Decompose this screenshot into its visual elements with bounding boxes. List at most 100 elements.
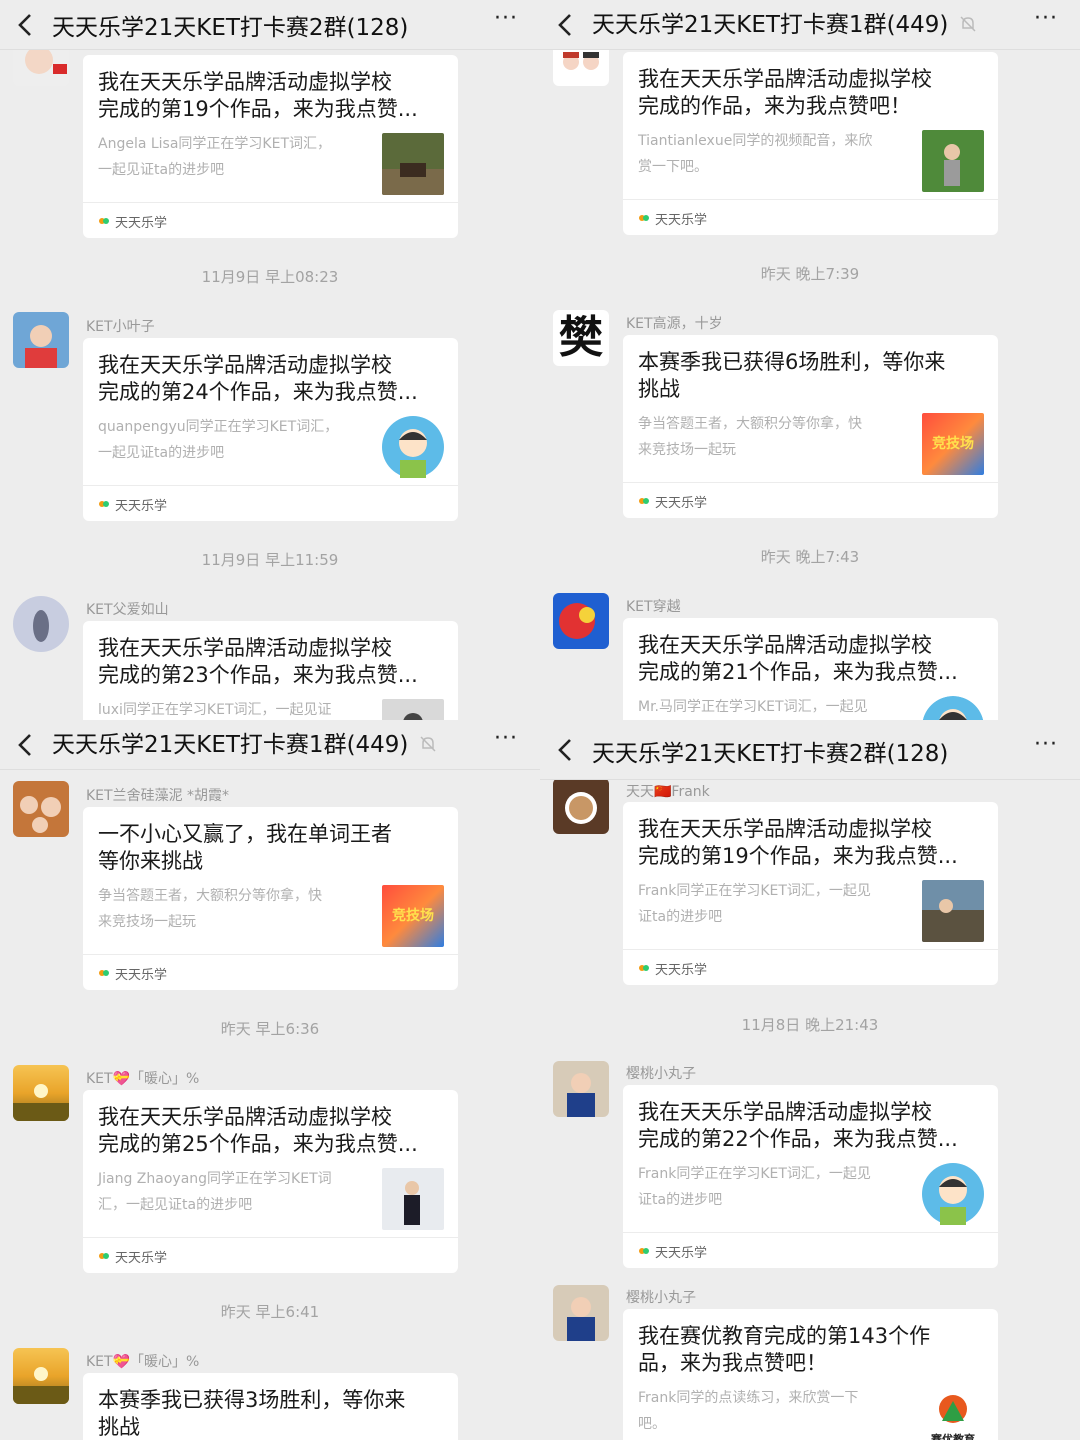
avatar[interactable]: [553, 778, 609, 834]
timestamp: 昨天 早上6:41: [220, 1303, 320, 1321]
field-photo-icon: [382, 133, 444, 195]
app-logo-icon: [639, 1248, 649, 1254]
back-arrow-icon[interactable]: [554, 11, 578, 39]
app-name: 天天乐学: [115, 499, 168, 514]
child-avatar-icon: [922, 696, 984, 720]
chat-panel-top-right: 天天乐学21天KET打卡赛1群(449) ··· 我在天天乐学品牌活动虚拟学校完…: [540, 0, 1080, 720]
message-card[interactable]: 我在天天乐学品牌活动虚拟学校 完成的第21个作品，来为我点赞... Mr.马同学正…: [623, 618, 998, 720]
chat-header: 天天乐学21天KET打卡赛1群(449) ···: [0, 720, 540, 770]
sunset-photo-icon: [13, 1348, 69, 1404]
avatar[interactable]: [13, 1348, 69, 1404]
card-description: quanpengyu同学正在学习KET词汇， 一起见证ta的进步吧: [98, 419, 339, 461]
card-title: 我在天天乐学品牌活动虚拟学校 完成的第22个作品，来为我点赞...: [638, 1100, 958, 1151]
arena-badge-label: 竞技场: [392, 908, 434, 924]
avatar[interactable]: [13, 596, 69, 652]
timestamp: 11月9日 早上11:59: [201, 551, 339, 569]
sender-name: KET💝「暖心」%: [86, 1071, 200, 1087]
card-title: 我在天天乐学品牌活动虚拟学校 完成的第23个作品，来为我点赞...: [98, 636, 418, 687]
timestamp: 11月9日 早上08:23: [201, 268, 339, 286]
card-description: Jiang Zhaoyang同学正在学习KET词 汇，一起见证ta的进步吧: [98, 1171, 332, 1213]
message-card[interactable]: 我在天天乐学品牌活动虚拟学校 完成的第23个作品，来为我点赞... luxi同学正…: [83, 621, 458, 720]
photo-thumbnail-icon: [382, 699, 444, 720]
mute-bell-icon: [960, 16, 976, 32]
card-title: 一不小心又赢了，我在单词王者 等你来挑战: [98, 822, 392, 873]
card-footer: 天天乐学: [83, 1237, 458, 1273]
avatar[interactable]: [553, 1061, 609, 1117]
app-logo-icon: [99, 1253, 109, 1259]
app-logo-icon: [639, 965, 649, 971]
avatar[interactable]: [553, 593, 609, 649]
snow-photo-icon: [382, 1168, 444, 1230]
chat-panel-top-left: 天天乐学21天KET打卡赛2群(128) ··· 我在天天乐学品牌活动虚拟学校完…: [0, 0, 540, 720]
app-logo-icon: [639, 498, 649, 504]
avatar-character: 樊: [559, 312, 603, 363]
more-options-button[interactable]: ···: [494, 726, 518, 751]
card-description: Frank同学的点读练习，来欣赏一下 吧。: [638, 1390, 859, 1432]
card-description: luxi同学正在学习KET词汇，一起见证: [98, 702, 332, 718]
chat-panel-bottom-right: 天天乐学21天KET打卡赛2群(128) ··· 天天🇨🇳Frank 我在天天乐…: [540, 720, 1080, 1440]
back-arrow-icon[interactable]: [554, 736, 578, 764]
card-title: 我在天天乐学品牌活动虚拟学校 完成的第24个作品，来为我点赞...: [98, 353, 418, 404]
card-description: Tiantianlexue同学的视频配音，来欣 赏一下吧。: [638, 133, 873, 175]
message-card[interactable]: 本赛季我已获得6场胜利，等你来 挑战 争当答题王者，大额积分等你拿，快 来竞技场一起…: [623, 335, 998, 518]
message-card[interactable]: 我在天天乐学品牌活动虚拟学校 完成的第19个作品，来为我点赞... Frank同学…: [623, 802, 998, 985]
card-description: 争当答题王者，大额积分等你拿，快 来竞技场一起玩: [638, 416, 862, 458]
card-footer: 天天乐学: [83, 954, 458, 990]
app-name: 天天乐学: [655, 213, 708, 228]
card-title: 我在天天乐学品牌活动虚拟学校 完成的第19个作品，来为我点赞...: [98, 70, 418, 121]
message-card[interactable]: 我在天天乐学品牌活动虚拟学校 完成的作品，来为我点赞吧！ Tiantianlexu…: [623, 52, 998, 235]
chat-title: 天天乐学21天KET打卡赛1群(449): [592, 5, 978, 39]
child-avatar-icon: [382, 416, 444, 478]
avatar[interactable]: [13, 781, 69, 837]
back-arrow-icon[interactable]: [14, 11, 38, 39]
sender-photo-icon: [13, 781, 69, 837]
message-card[interactable]: 本赛季我已获得3场胜利，等你来 挑战: [83, 1373, 458, 1440]
card-title: 本赛季我已获得3场胜利，等你来 挑战: [98, 1388, 406, 1439]
saiyou-logo-label: 赛优教育: [931, 1433, 975, 1440]
message-card[interactable]: 一不小心又赢了，我在单词王者 等你来挑战 争当答题王者，大额积分等你拿，快 来竞技场…: [83, 807, 458, 990]
sender-name: KET小叶子: [86, 319, 155, 335]
message-card[interactable]: 我在天天乐学品牌活动虚拟学校 完成的第19个作品，来为我点赞... Angela …: [83, 55, 458, 238]
avatar[interactable]: 樊: [553, 310, 609, 366]
card-footer: 天天乐学: [83, 202, 458, 238]
message-card[interactable]: 我在天天乐学品牌活动虚拟学校 完成的第25个作品，来为我点赞... Jiang Z…: [83, 1090, 458, 1273]
card-footer: 天天乐学: [623, 949, 998, 985]
card-title: 我在天天乐学品牌活动虚拟学校 完成的第19个作品，来为我点赞...: [638, 817, 958, 868]
app-logo-icon: [99, 218, 109, 224]
child-avatar-icon: [922, 1163, 984, 1225]
message-card[interactable]: 我在天天乐学品牌活动虚拟学校 完成的第24个作品，来为我点赞... quanpen…: [83, 338, 458, 521]
app-name: 天天乐学: [655, 496, 708, 511]
app-logo-icon: [99, 970, 109, 976]
more-options-button[interactable]: ···: [1034, 6, 1058, 31]
sender-photo-icon: [13, 312, 69, 368]
card-description: Angela Lisa同学正在学习KET词汇， 一起见证ta的进步吧: [98, 136, 332, 178]
sender-name: KET高源，十岁: [626, 316, 723, 332]
sender-name: KET父爱如山: [86, 602, 169, 618]
avatar[interactable]: [13, 312, 69, 368]
card-footer: 天天乐学: [623, 482, 998, 518]
chat-title: 天天乐学21天KET打卡赛2群(128): [592, 741, 949, 767]
card-title: 我在赛优教育完成的第143个作 品，来为我点赞吧！: [638, 1324, 931, 1375]
chat-title: 天天乐学21天KET打卡赛1群(449): [52, 725, 438, 759]
card-footer: 天天乐学: [83, 485, 458, 521]
saiyou-logo-icon: 赛优教育: [922, 1387, 984, 1440]
back-arrow-icon[interactable]: [14, 731, 38, 759]
avatar[interactable]: [13, 1065, 69, 1121]
app-logo-icon: [99, 501, 109, 507]
message-card[interactable]: 我在赛优教育完成的第143个作 品，来为我点赞吧！ Frank同学的点读练习，来欣…: [623, 1309, 998, 1440]
more-options-button[interactable]: ···: [1034, 732, 1058, 757]
chat-title: 天天乐学21天KET打卡赛2群(128): [52, 15, 409, 41]
arena-badge-icon: 竞技场: [922, 413, 984, 475]
chat-header: 天天乐学21天KET打卡赛2群(128) ···: [0, 0, 540, 50]
sender-photo-icon: [553, 1061, 609, 1117]
card-title: 本赛季我已获得6场胜利，等你来 挑战: [638, 350, 946, 401]
card-description: Frank同学正在学习KET词汇，一起见 证ta的进步吧: [638, 1166, 871, 1208]
timestamp: 昨天 早上6:36: [220, 1020, 320, 1038]
avatar[interactable]: [553, 1285, 609, 1341]
sender-name: 樱桃小丸子: [626, 1066, 696, 1082]
message-card[interactable]: 我在天天乐学品牌活动虚拟学校 完成的第22个作品，来为我点赞... Frank同学…: [623, 1085, 998, 1268]
sender-name: KET💝「暖心」%: [86, 1354, 200, 1370]
chat-header: 天天乐学21天KET打卡赛1群(449) ···: [540, 0, 1080, 50]
more-options-button[interactable]: ···: [494, 6, 518, 31]
sender-name: 樱桃小丸子: [626, 1290, 696, 1306]
